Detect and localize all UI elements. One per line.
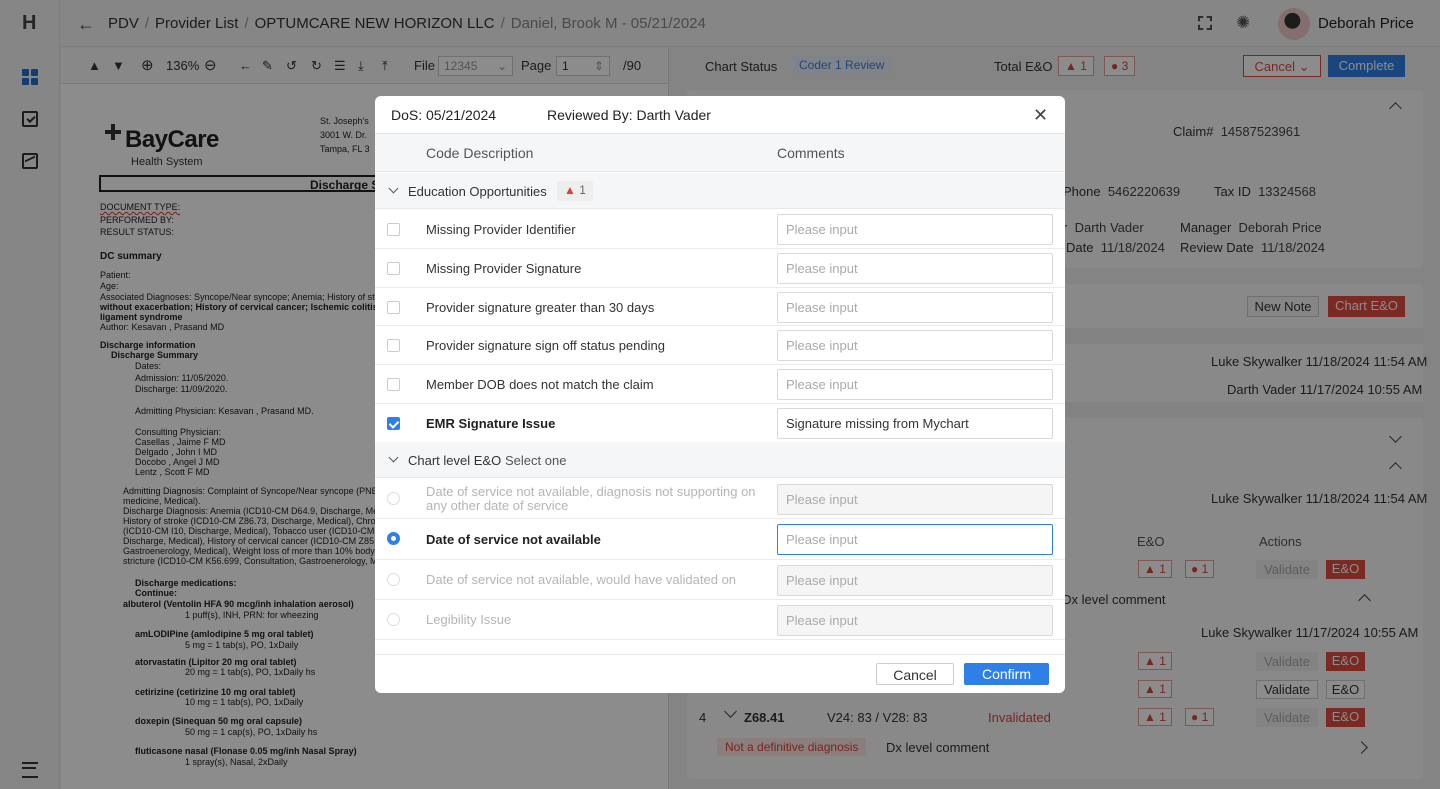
group-education-opportunities[interactable]: Education Opportunities ▲ 1 xyxy=(375,173,1065,209)
close-icon[interactable]: ✕ xyxy=(1033,106,1048,124)
comment-input[interactable] xyxy=(777,484,1053,515)
col-comments: Comments xyxy=(777,145,845,161)
group-label: Education Opportunities xyxy=(408,184,547,199)
row-checkbox[interactable] xyxy=(387,223,400,236)
modal-footer: Cancel Confirm xyxy=(375,654,1065,693)
row-checkbox[interactable] xyxy=(387,378,400,392)
comment-input[interactable] xyxy=(777,291,1053,323)
modal-reviewed-by: Reviewed By: Darth Vader xyxy=(547,107,711,123)
row-checkbox[interactable] xyxy=(387,261,400,275)
modal-header: DoS: 05/21/2024 Reviewed By: Darth Vader… xyxy=(375,96,1065,134)
comment-input[interactable] xyxy=(777,408,1053,439)
code-description: Missing Provider Signature xyxy=(426,260,582,276)
eo-row: Missing Provider Identifier xyxy=(375,210,1065,249)
row-radio[interactable] xyxy=(387,492,400,505)
row-checkbox[interactable] xyxy=(387,417,400,430)
group-chart-level-eo[interactable]: Chart level E&O Select one xyxy=(375,442,1065,478)
row-checkbox[interactable] xyxy=(387,300,400,314)
comment-input[interactable] xyxy=(777,330,1053,362)
code-description: Date of service not available, would hav… xyxy=(426,572,737,587)
eo-row: EMR Signature Issue xyxy=(375,404,1065,443)
code-description: Date of service not available xyxy=(426,532,601,547)
modal-dos: DoS: 05/21/2024 xyxy=(391,107,497,123)
eo-row: Member DOB does not match the claim xyxy=(375,365,1065,404)
row-radio[interactable] xyxy=(387,532,400,545)
eo-row: Provider signature greater than 30 days xyxy=(375,288,1065,327)
eo-row: Provider signature sign off status pendi… xyxy=(375,326,1065,366)
warning-icon: ▲ xyxy=(564,183,576,197)
confirm-button[interactable]: Confirm xyxy=(964,663,1049,685)
code-description: Date of service not available, diagnosis… xyxy=(426,484,756,513)
group-warning-badge: ▲ 1 xyxy=(557,181,593,201)
chart-eo-row: Date of service not available, would hav… xyxy=(375,560,1065,600)
comment-input[interactable] xyxy=(777,565,1053,596)
cancel-button[interactable]: Cancel xyxy=(876,663,954,685)
comment-input[interactable] xyxy=(777,369,1053,401)
chart-eo-row: Date of service not available xyxy=(375,519,1065,560)
code-description: Missing Provider Identifier xyxy=(426,222,576,237)
row-radio[interactable] xyxy=(387,573,400,586)
comment-input[interactable] xyxy=(777,605,1053,636)
table-header: Code Description Comments xyxy=(375,134,1065,172)
col-code-description: Code Description xyxy=(426,145,534,161)
comment-input[interactable] xyxy=(777,524,1053,555)
eo-row: Missing Provider Signature xyxy=(375,249,1065,288)
code-description: Member DOB does not match the claim xyxy=(426,377,654,393)
comment-input[interactable] xyxy=(777,214,1053,245)
row-checkbox[interactable] xyxy=(387,339,400,353)
chevron-down-icon[interactable] xyxy=(388,183,399,194)
chart-eo-row: Legibility Issue xyxy=(375,600,1065,640)
eo-modal: DoS: 05/21/2024 Reviewed By: Darth Vader… xyxy=(375,96,1065,693)
group-label: Chart level E&O xyxy=(408,453,502,468)
code-description: Legibility Issue xyxy=(426,612,512,627)
code-description: EMR Signature Issue xyxy=(426,416,556,431)
code-description: Provider signature greater than 30 days xyxy=(426,299,655,315)
code-description: Provider signature sign off status pendi… xyxy=(426,338,665,354)
group-hint: Select one xyxy=(505,453,567,468)
chart-eo-row: Date of service not available, diagnosis… xyxy=(375,479,1065,519)
chevron-down-icon[interactable] xyxy=(388,452,399,463)
comment-input[interactable] xyxy=(777,252,1053,284)
row-radio[interactable] xyxy=(387,613,400,626)
